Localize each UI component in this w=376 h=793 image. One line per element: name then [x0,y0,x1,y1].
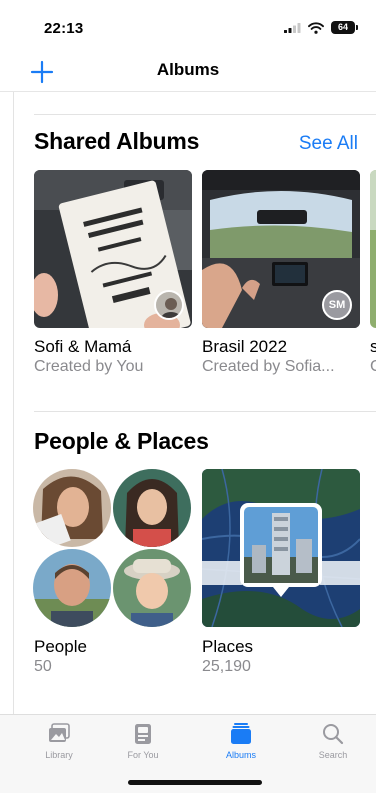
battery-level: 64 [331,21,355,34]
tab-label: Search [318,750,348,760]
album-thumbnail-partial[interactable] [370,170,376,328]
wifi-icon [308,21,324,34]
photo-library-icon [49,723,70,742]
album-title: s [370,337,376,356]
albums-screen: 22:13 64 Albums Shared Albums See All So… [0,0,376,793]
places-map-tile[interactable] [202,469,360,627]
people-count: 50 [34,658,52,675]
see-all-link[interactable]: See All [299,133,358,155]
tab-library[interactable]: Library [24,721,94,760]
places-count: 25,190 [202,658,251,675]
tab-search[interactable]: Search [298,721,368,760]
section-divider [34,114,376,115]
tab-label: Library [45,750,73,760]
tab-albums[interactable]: Albums [206,721,276,760]
status-time: 22:13 [44,20,84,37]
section-divider [34,411,376,412]
person-face [33,549,111,627]
tab-label: For You [127,750,159,760]
battery-icon: 64 [331,21,358,34]
tab-label: Albums [225,750,256,760]
album-subtitle: Created by Sofia... [202,358,335,375]
person-face [113,469,191,547]
tab-for-you[interactable]: For You [108,721,178,760]
people-places-heading: People & Places [34,428,209,454]
home-indicator[interactable] [128,780,262,785]
status-bar: 22:13 64 [0,0,376,52]
album-subtitle: C [370,358,376,375]
status-icons: 64 [284,21,358,34]
cellular-signal-icon [284,23,301,33]
contributor-avatar [154,290,184,320]
contributor-avatar: SM [322,290,352,320]
navigation-bar: Albums [0,52,376,92]
album-thumbnail-brasil-2022[interactable]: SM [202,170,360,328]
person-face [33,469,111,547]
album-title: Sofi & Mamá [34,337,132,356]
album-title: Brasil 2022 [202,337,288,356]
search-icon [323,724,344,745]
map-thumbnail [202,469,360,627]
for-you-icon [135,724,151,744]
shared-albums-heading: Shared Albums [34,128,200,154]
page-title: Albums [156,60,220,79]
places-title: Places [202,637,254,656]
album-subtitle: Created by You [34,358,144,375]
people-title: People [34,637,87,656]
album-thumbnail-sofi-mama[interactable] [34,170,192,328]
albums-icon [231,723,251,744]
edge-divider [13,92,14,792]
person-face [113,549,191,627]
